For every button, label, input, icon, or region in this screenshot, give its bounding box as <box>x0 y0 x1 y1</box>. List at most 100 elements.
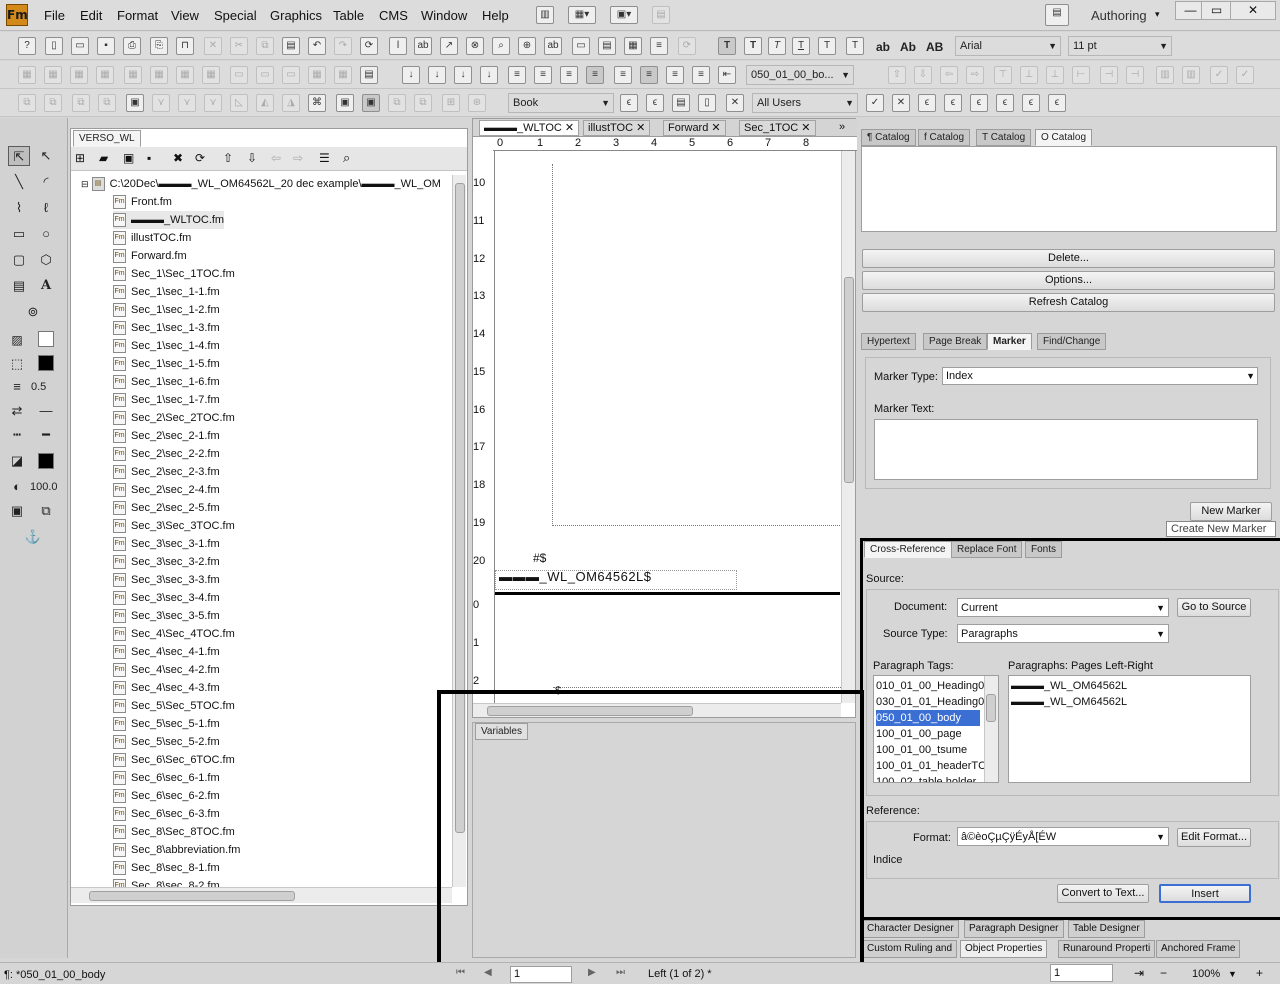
flip-2-icon[interactable]: ⋎ <box>178 94 196 112</box>
book-file-item[interactable]: Fm Sec_5\sec_5-2.fm <box>113 733 220 751</box>
table-props-icon[interactable]: ▦ <box>308 66 326 84</box>
book-hscroll-thumb[interactable] <box>89 891 295 901</box>
book-file-item[interactable]: Fm Sec_3\sec_3-2.fm <box>113 553 220 571</box>
align-left-icon[interactable]: ≡ <box>508 66 526 84</box>
cut-icon[interactable]: ✂ <box>230 37 248 55</box>
overlap-icon[interactable]: ⧉ <box>35 501 57 521</box>
panels-icon[interactable]: ▥ <box>536 6 554 24</box>
new-marker-button[interactable]: New Marker <box>1190 502 1272 521</box>
flip-v-icon[interactable]: ◮ <box>282 94 300 112</box>
object-top-icon[interactable]: ⇧ <box>888 66 906 84</box>
tab-table-catalog[interactable]: T Catalog <box>976 129 1032 146</box>
doc-vertical-scrollbar[interactable] <box>841 151 855 703</box>
tab-para-catalog[interactable]: ¶ Catalog <box>861 129 916 146</box>
paragraph-tag-item[interactable]: 100_02_table holder <box>876 774 980 782</box>
search-icon[interactable]: ⌕ <box>343 150 350 166</box>
anchor-icon[interactable]: ⚓ <box>22 527 44 547</box>
open-icon[interactable]: ▭ <box>71 37 89 55</box>
polygon-tool-icon[interactable]: ⬡ <box>35 250 57 270</box>
book-file-item[interactable]: Fm Sec_6\Sec_6TOC.fm <box>113 751 235 769</box>
paragraph-tag-dropdown[interactable]: 050_01_00_bo... ▼ <box>746 65 854 85</box>
track-reject-icon[interactable]: ✕ <box>892 94 910 112</box>
text-underline-icon[interactable]: T <box>792 37 810 55</box>
page-jump-icon[interactable]: ⇥ <box>1134 966 1144 980</box>
spacing-single-icon[interactable]: ≡ <box>614 66 632 84</box>
track-accept-icon[interactable]: ✓ <box>866 94 884 112</box>
add-folder-icon[interactable]: ▰ <box>99 151 108 165</box>
flip-h-icon[interactable]: ◭ <box>256 94 274 112</box>
tab-fonts[interactable]: Fonts <box>1025 541 1063 558</box>
lock-icon[interactable]: ⊓ <box>176 37 194 55</box>
group-icon[interactable]: ⧉ <box>18 94 36 112</box>
page-number-input[interactable]: 1 <box>510 966 572 983</box>
paragraph-tag-item[interactable]: 030_01_01_Heading0 <box>876 694 984 710</box>
book-dropdown[interactable]: Book ▼ <box>508 93 614 113</box>
pen-pattern-icon[interactable]: ⬚ <box>6 354 28 374</box>
align-baseline-icon[interactable]: ↓ <box>480 66 498 84</box>
align-bottoms-icon[interactable]: ⊥ <box>1046 66 1064 84</box>
runaround-icon[interactable]: ▣ <box>6 501 28 521</box>
tab-doc-illusttoc[interactable]: illustTOC ✕ <box>583 120 651 136</box>
list-item[interactable]: ▬▬▬_WL_OM64562L <box>1011 678 1127 694</box>
move-left-icon[interactable]: ⇦ <box>271 151 281 165</box>
book-file-item[interactable]: Fm Sec_2\Sec_2TOC.fm <box>113 409 235 427</box>
delete-icon[interactable]: ✕ <box>204 37 222 55</box>
tab-runaround-properties[interactable]: Runaround Properti <box>1058 940 1156 958</box>
workspace-switcher[interactable]: Authoring <box>1091 8 1147 23</box>
font-family-dropdown[interactable]: Arial ▼ <box>955 36 1061 56</box>
titlecase-button[interactable]: Ab <box>900 40 916 54</box>
save-book-icon[interactable]: ▪ <box>147 151 151 165</box>
line-tool-icon[interactable]: ╲ <box>8 172 30 192</box>
xref-icon[interactable]: ↗ <box>440 37 458 55</box>
book-file-item[interactable]: Fm Sec_2\sec_2-4.fm <box>113 481 220 499</box>
distribute-v-icon[interactable]: ▥ <box>1182 66 1200 84</box>
menu-help[interactable]: Help <box>482 8 509 23</box>
gravity-icon[interactable]: ⧉ <box>388 94 406 112</box>
book-file-item[interactable]: Fm Sec_4\Sec_4TOC.fm <box>113 625 235 643</box>
object-left-icon[interactable]: ⇦ <box>940 66 958 84</box>
tab-replace-font[interactable]: Replace Font <box>951 541 1023 558</box>
arrange-icon[interactable]: ▤ <box>652 6 670 24</box>
marker-text-area[interactable] <box>874 419 1258 480</box>
table-unstraddle-icon[interactable]: ▦ <box>150 66 168 84</box>
object-right-icon[interactable]: ⇨ <box>966 66 984 84</box>
move-down-icon[interactable]: ⇩ <box>247 151 257 165</box>
align-top-icon[interactable]: ↓ <box>402 66 420 84</box>
text-italic-icon[interactable]: T <box>768 37 786 55</box>
tab-doc-forward[interactable]: Forward ✕ <box>663 120 726 136</box>
tab-custom-ruling[interactable]: Custom Ruling and <box>862 940 958 958</box>
menu-view[interactable]: View <box>171 8 199 23</box>
tab-find-change[interactable]: Find/Change <box>1037 333 1107 350</box>
book-root-row[interactable]: ⊟ ▤ C:\20Dec\▬▬▬_WL_OM64562L_20 dec examp… <box>81 175 441 193</box>
text-bold-icon[interactable]: T <box>744 37 762 55</box>
print-setup-icon[interactable]: ⎘ <box>150 37 168 55</box>
book-file-item[interactable]: Fm Sec_1\sec_1-6.fm <box>113 373 220 391</box>
book-file-item[interactable]: Fm Sec_8\sec_8-1.fm <box>113 859 220 877</box>
ungroup-icon[interactable]: ⧉ <box>44 94 62 112</box>
book-new-icon[interactable]: ▯ <box>698 94 716 112</box>
reject-icon[interactable]: ✓ <box>1236 66 1254 84</box>
menu-edit[interactable]: Edit <box>80 8 102 23</box>
delete-file-icon[interactable]: ✖ <box>173 151 183 165</box>
view-icon[interactable]: ☰ <box>319 151 330 165</box>
add-file-icon[interactable]: ⊞ <box>75 151 85 165</box>
delete-catalog-button[interactable]: Delete... <box>862 249 1275 268</box>
tags-scroll-thumb[interactable] <box>986 694 996 722</box>
book-file-item[interactable]: Fm ▬▬▬_WLTOC.fm <box>113 211 225 229</box>
object-select-icon[interactable]: ↖ <box>35 146 57 166</box>
tint-value[interactable]: 100.0 <box>30 481 58 493</box>
menu-window[interactable]: Window <box>421 8 467 23</box>
book-file-item[interactable]: Fm Sec_2\sec_2-5.fm <box>113 499 220 517</box>
last-page-icon[interactable]: ⏭ <box>616 967 625 978</box>
paste-icon[interactable]: ▤ <box>282 37 300 55</box>
marker-type-dropdown[interactable]: Index ▼ <box>942 367 1258 385</box>
align-centers-icon[interactable]: ⊥ <box>1020 66 1038 84</box>
tab-table-designer[interactable]: Table Designer <box>1068 920 1145 938</box>
refresh-catalog-button[interactable]: Refresh Catalog <box>862 293 1275 312</box>
help-icon[interactable]: ? <box>18 37 36 55</box>
freehand-tool-icon[interactable]: ℓ <box>35 198 57 218</box>
pen-color-swatch[interactable] <box>38 355 54 371</box>
lowercase-button[interactable]: ab <box>876 40 890 54</box>
redo-icon[interactable]: ↷ <box>334 37 352 55</box>
align-right-icon[interactable]: ≡ <box>534 66 552 84</box>
